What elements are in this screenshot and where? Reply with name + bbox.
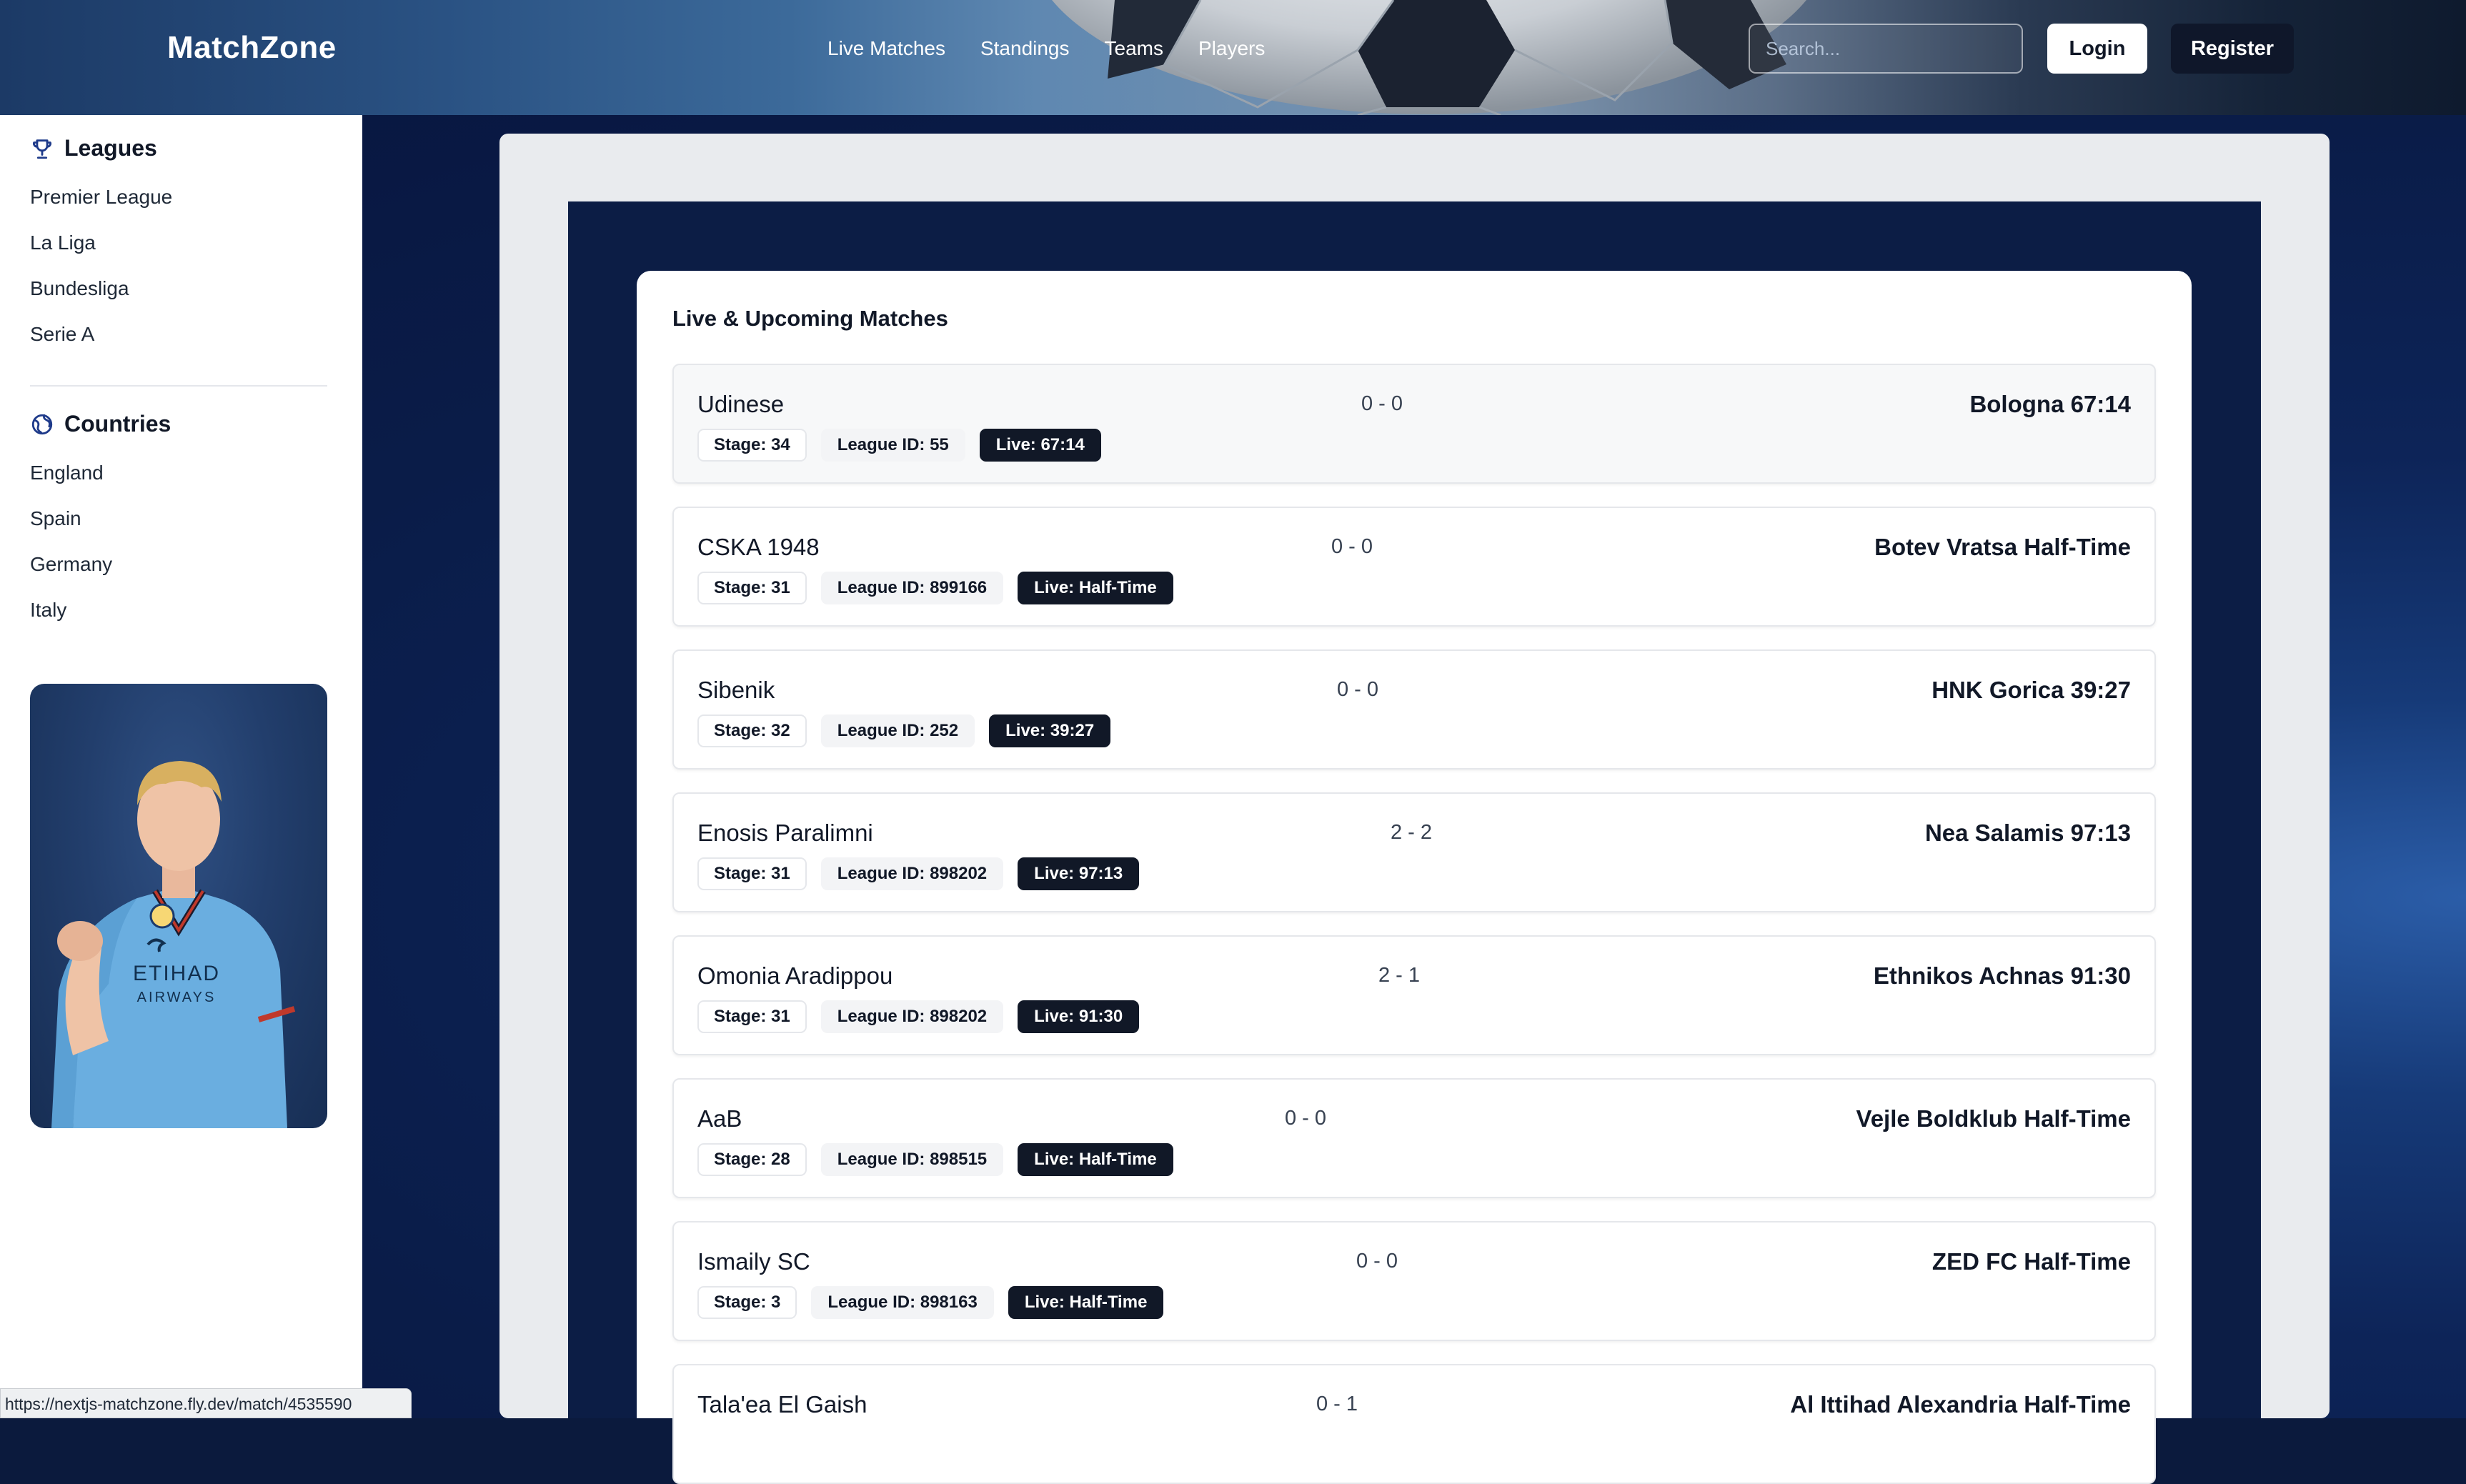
main-nav: Live Matches Standings Teams Players [827,37,1300,60]
stage-badge: Stage: 28 [697,1143,807,1176]
matches-title: Live & Upcoming Matches [672,306,948,331]
match-row[interactable]: AaB 0 - 0 Vejle Boldklub Half-Time Stage… [672,1078,2156,1198]
sidebar-item-la-liga[interactable]: La Liga [30,231,96,254]
league-id-badge: League ID: 898163 [811,1286,994,1319]
match-score: 0 - 0 [1331,535,1373,558]
home-team: Tala'ea El Gaish [697,1391,867,1418]
sidebar-item-england[interactable]: England [30,462,104,484]
league-id-badge: League ID: 899166 [820,572,1004,604]
sidebar-item-bundesliga[interactable]: Bundesliga [30,277,129,300]
match-score: 0 - 0 [1337,678,1379,701]
sidebar-item-spain[interactable]: Spain [30,507,81,530]
trophy-icon [30,136,54,161]
stage-badge: Stage: 31 [697,572,807,604]
league-id-badge: League ID: 898202 [820,857,1004,890]
home-team: Omonia Aradippou [697,962,893,989]
match-row[interactable]: Ismaily SC 0 - 0 ZED FC Half-Time Stage:… [672,1221,2156,1341]
register-button[interactable]: Register [2171,24,2294,74]
sidebar-item-serie-a[interactable]: Serie A [30,323,94,346]
league-id-badge: League ID: 898515 [820,1143,1004,1176]
link-hover-statusbar: https://nextjs-matchzone.fly.dev/match/4… [0,1388,412,1418]
home-team: Ismaily SC [697,1248,810,1275]
away-team: Ethnikos Achnas 91:30 [1873,962,2131,989]
match-badges: Stage: 31 League ID: 899166 Live: Half-T… [697,572,1188,604]
sidebar-item-germany[interactable]: Germany [30,553,112,576]
stage-badge: Stage: 32 [697,714,807,747]
live-status-badge: Live: 67:14 [979,429,1101,462]
countries-heading: Countries [30,411,171,437]
match-badges: Stage: 3 League ID: 898163 Live: Half-Ti… [697,1286,1178,1319]
live-status-badge: Live: 91:30 [1018,1000,1140,1033]
nav-players[interactable]: Players [1198,37,1265,60]
home-team: Udinese [697,391,785,417]
match-badges: Stage: 28 League ID: 898515 Live: Half-T… [697,1143,1188,1176]
home-team: AaB [697,1105,742,1132]
live-status-badge: Live: 97:13 [1018,857,1140,890]
match-row[interactable]: Udinese 0 - 0 Bologna 67:14 Stage: 34 Le… [672,364,2156,484]
sponsor-text: ETIHAD [133,962,220,985]
match-badges: Stage: 31 League ID: 898202 Live: 97:13 [697,857,1153,890]
matches-card: Live & Upcoming Matches Udinese 0 - 0 Bo… [637,271,2192,1484]
leagues-heading: Leagues [30,135,157,161]
match-row[interactable]: Sibenik 0 - 0 HNK Gorica 39:27 Stage: 32… [672,649,2156,770]
live-status-badge: Live: Half-Time [1018,1143,1173,1176]
sidebar-item-premier-league[interactable]: Premier League [30,186,172,209]
live-status-badge: Live: 39:27 [989,714,1111,747]
player-illustration: ETIHAD AIRWAYS [51,761,296,1128]
match-row[interactable]: Omonia Aradippou 2 - 1 Ethnikos Achnas 9… [672,935,2156,1055]
home-team: Enosis Paralimni [697,820,873,846]
countries-heading-label: Countries [64,411,171,437]
search-input[interactable] [1749,24,2023,74]
svg-text:AIRWAYS: AIRWAYS [137,990,217,1005]
match-score: 2 - 2 [1391,821,1433,844]
match-score: 2 - 1 [1378,964,1421,987]
match-badges: Stage: 31 League ID: 898202 Live: 91:30 [697,1000,1153,1033]
site-logo[interactable]: MatchZone [167,30,337,66]
nav-live-matches[interactable]: Live Matches [827,37,945,60]
match-row[interactable]: CSKA 1948 0 - 0 Botev Vratsa Half-Time S… [672,507,2156,627]
match-score: 0 - 1 [1316,1393,1358,1415]
home-team: Sibenik [697,677,775,703]
stage-badge: Stage: 34 [697,429,807,462]
leagues-heading-label: Leagues [64,135,157,161]
league-id-badge: League ID: 252 [820,714,975,747]
home-team: CSKA 1948 [697,534,820,560]
away-team: Botev Vratsa Half-Time [1874,534,2131,560]
away-team: Al Ittihad Alexandria Half-Time [1790,1391,2131,1418]
match-badges: Stage: 32 League ID: 252 Live: 39:27 [697,714,1125,747]
away-team: Nea Salamis 97:13 [1924,820,2131,846]
league-id-badge: League ID: 55 [820,429,965,462]
stage-badge: Stage: 31 [697,1000,807,1033]
top-navbar: MatchZone Live Matches Standings Teams P… [0,0,2466,115]
login-button[interactable]: Login [2047,24,2147,74]
globe-icon [30,412,54,437]
nav-teams[interactable]: Teams [1105,37,1163,60]
away-team: ZED FC Half-Time [1931,1248,2131,1275]
featured-player-image[interactable]: ETIHAD AIRWAYS [30,684,327,1128]
match-score: 0 - 0 [1356,1250,1398,1273]
match-badges: Stage: 34 League ID: 55 Live: 67:14 [697,429,1115,462]
away-team: Vejle Boldklub Half-Time [1856,1105,2131,1132]
match-row[interactable]: Enosis Paralimni 2 - 2 Nea Salamis 97:13… [672,792,2156,912]
sidebar: Leagues Premier League La Liga Bundeslig… [0,115,362,1418]
league-id-badge: League ID: 898202 [820,1000,1004,1033]
away-team: HNK Gorica 39:27 [1931,677,2131,703]
live-status-badge: Live: Half-Time [1008,1286,1164,1319]
stage-badge: Stage: 31 [697,857,807,890]
live-status-badge: Live: Half-Time [1018,572,1173,604]
sidebar-divider [30,385,327,387]
sidebar-item-italy[interactable]: Italy [30,599,66,622]
match-row[interactable]: Tala'ea El Gaish 0 - 1 Al Ittihad Alexan… [672,1364,2156,1484]
stage-badge: Stage: 3 [697,1286,797,1319]
match-score: 0 - 0 [1361,392,1403,415]
away-team: Bologna 67:14 [1969,391,2131,417]
match-score: 0 - 0 [1285,1107,1327,1130]
nav-standings[interactable]: Standings [980,37,1070,60]
